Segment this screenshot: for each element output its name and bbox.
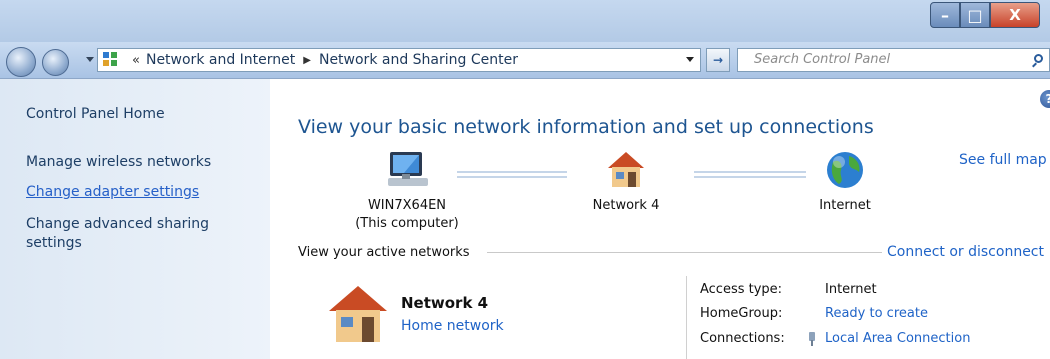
address-bar[interactable]: « Network and Internet ▶ Network and Sha… (97, 48, 701, 72)
network-type-link[interactable]: Home network (401, 318, 504, 334)
close-button[interactable]: X (990, 2, 1040, 28)
homegroup-label: HomeGroup: (700, 306, 783, 321)
house-icon (329, 286, 387, 342)
globe-icon[interactable] (825, 150, 865, 190)
map-connector-line (457, 171, 567, 178)
computer-sub: (This computer) (355, 216, 459, 231)
see-full-map-link[interactable]: See full map (959, 152, 1047, 168)
section-divider (487, 252, 882, 253)
back-arrow-icon[interactable] (6, 47, 36, 77)
map-connector-line (694, 171, 806, 178)
breadcrumb-separator-icon[interactable]: ▶ (303, 55, 311, 66)
sidebar-item-change-advanced-sharing-cont[interactable]: settings (26, 235, 82, 251)
window-controls: – □ X (930, 2, 1040, 30)
maximize-button[interactable]: □ (960, 2, 990, 28)
sidebar-item-manage-wireless[interactable]: Manage wireless networks (26, 154, 211, 170)
control-panel-icon (103, 52, 121, 68)
computer-icon[interactable] (384, 150, 432, 190)
help-icon[interactable]: ? (1040, 90, 1050, 108)
computer-name: WIN7X64EN (367, 198, 447, 213)
connections-label: Connections: (700, 331, 785, 346)
address-overflow[interactable]: « (132, 53, 140, 68)
minimize-button[interactable]: – (930, 2, 960, 28)
refresh-icon[interactable]: → (706, 48, 730, 72)
window-title-bar: – □ X (0, 0, 1050, 42)
sidebar-item-change-adapter[interactable]: Change adapter settings (26, 184, 199, 200)
search-placeholder: Search Control Panel (754, 52, 891, 67)
forward-arrow-icon[interactable] (42, 49, 69, 76)
network-card-name: Network 4 (401, 294, 489, 312)
details-divider (686, 276, 687, 359)
access-type-label: Access type: (700, 282, 783, 297)
local-area-connection-link[interactable]: Local Area Connection (825, 331, 970, 346)
homegroup-link[interactable]: Ready to create (825, 306, 928, 321)
page-title: View your basic network information and … (298, 116, 874, 138)
house-icon[interactable] (606, 150, 646, 190)
active-networks-heading: View your active networks (298, 245, 470, 260)
map-network-name: Network 4 (592, 198, 660, 213)
network-adapter-icon (809, 332, 815, 346)
search-input[interactable]: Search Control Panel (737, 48, 1050, 72)
recent-pages-dropdown[interactable] (86, 57, 94, 62)
map-internet: Internet (819, 198, 871, 213)
access-type-value: Internet (825, 282, 877, 297)
sidebar-item-change-advanced-sharing[interactable]: Change advanced sharing (26, 216, 209, 232)
sidebar-item-control-panel-home[interactable]: Control Panel Home (26, 106, 165, 122)
breadcrumb-network-and-sharing-center[interactable]: Network and Sharing Center (319, 52, 518, 68)
search-icon[interactable] (1034, 54, 1043, 63)
connect-or-disconnect-link[interactable]: Connect or disconnect (887, 244, 1044, 260)
address-dropdown-icon[interactable] (686, 57, 694, 62)
breadcrumb-network-and-internet[interactable]: Network and Internet (146, 52, 295, 68)
